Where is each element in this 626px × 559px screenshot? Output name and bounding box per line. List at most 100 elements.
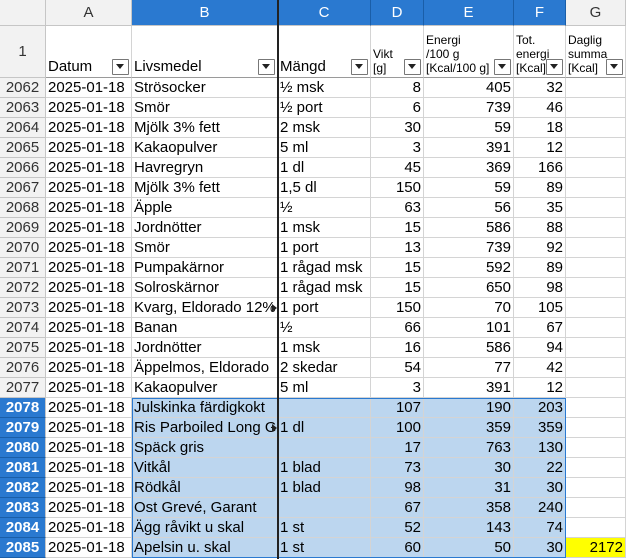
cell-food[interactable]: Solroskärnor xyxy=(132,278,278,298)
cell-date[interactable]: 2025-01-18 xyxy=(46,358,132,378)
cell-food[interactable]: Kakaopulver xyxy=(132,378,278,398)
autofilter-dropdown-icon[interactable] xyxy=(258,59,275,75)
cell-total[interactable]: 18 xyxy=(514,118,566,138)
cell-energy100[interactable]: 763 xyxy=(424,438,514,458)
row-header[interactable]: 2063 xyxy=(0,98,46,118)
cell-food[interactable]: Kvarg, Eldorado 12% xyxy=(132,298,278,318)
cell-amount[interactable] xyxy=(278,438,371,458)
cell-amount[interactable]: 1,5 dl xyxy=(278,178,371,198)
cell-energy100[interactable]: 586 xyxy=(424,218,514,238)
cell-weight[interactable]: 3 xyxy=(371,378,424,398)
cell-date[interactable]: 2025-01-18 xyxy=(46,518,132,538)
cell-total[interactable]: 42 xyxy=(514,358,566,378)
cell-energy100[interactable]: 77 xyxy=(424,358,514,378)
cell-amount[interactable]: 5 ml xyxy=(278,138,371,158)
row-header[interactable]: 2070 xyxy=(0,238,46,258)
cell-weight[interactable]: 107 xyxy=(371,398,424,418)
select-all-corner[interactable] xyxy=(0,0,46,26)
cell-weight[interactable]: 6 xyxy=(371,98,424,118)
cell-total[interactable]: 22 xyxy=(514,458,566,478)
cell-energy100[interactable]: 592 xyxy=(424,258,514,278)
cell-amount[interactable]: ½ port xyxy=(278,98,371,118)
cell-weight[interactable]: 15 xyxy=(371,218,424,238)
cell-amount[interactable]: 1 rågad msk xyxy=(278,278,371,298)
cell-total[interactable]: 30 xyxy=(514,478,566,498)
row-header[interactable]: 2072 xyxy=(0,278,46,298)
cell-food[interactable]: Smör xyxy=(132,98,278,118)
cell-date[interactable]: 2025-01-18 xyxy=(46,398,132,418)
cell-weight[interactable]: 30 xyxy=(371,118,424,138)
cell-energy100[interactable]: 586 xyxy=(424,338,514,358)
cell-amount[interactable]: 2 msk xyxy=(278,118,371,138)
cell-food[interactable]: Smör xyxy=(132,238,278,258)
cell-total[interactable]: 30 xyxy=(514,538,566,558)
cell-total[interactable]: 98 xyxy=(514,278,566,298)
cell-total[interactable]: 88 xyxy=(514,218,566,238)
cell-total[interactable]: 92 xyxy=(514,238,566,258)
column-header-e[interactable]: E xyxy=(424,0,514,26)
cell-total[interactable]: 105 xyxy=(514,298,566,318)
cell-energy100[interactable]: 50 xyxy=(424,538,514,558)
cell-daily[interactable] xyxy=(566,438,626,458)
autofilter-dropdown-icon[interactable] xyxy=(351,59,368,75)
cell-amount[interactable]: ½ xyxy=(278,198,371,218)
cell-food[interactable]: Ägg råvikt u skal xyxy=(132,518,278,538)
cell-daily[interactable] xyxy=(566,478,626,498)
cell-weight[interactable]: 16 xyxy=(371,338,424,358)
cell-amount[interactable]: 1 port xyxy=(278,298,371,318)
row-header[interactable]: 2062 xyxy=(0,78,46,98)
cell-amount[interactable] xyxy=(278,498,371,518)
cell-daily[interactable] xyxy=(566,178,626,198)
cell-daily[interactable] xyxy=(566,518,626,538)
cell-total[interactable]: 94 xyxy=(514,338,566,358)
cell-food[interactable]: Äpple xyxy=(132,198,278,218)
autofilter-dropdown-icon[interactable] xyxy=(404,59,421,75)
row-header-1[interactable]: 1 xyxy=(0,26,46,78)
cell-date[interactable]: 2025-01-18 xyxy=(46,318,132,338)
cell-energy100[interactable]: 739 xyxy=(424,238,514,258)
cell-date[interactable]: 2025-01-18 xyxy=(46,218,132,238)
cell-weight[interactable]: 8 xyxy=(371,78,424,98)
header-cell-total[interactable]: Tot. energi [Kcal] xyxy=(514,26,566,78)
row-header[interactable]: 2076 xyxy=(0,358,46,378)
cell-amount[interactable]: 1 port xyxy=(278,238,371,258)
cell-energy100[interactable]: 650 xyxy=(424,278,514,298)
row-header[interactable]: 2082 xyxy=(0,478,46,498)
cell-energy100[interactable]: 190 xyxy=(424,398,514,418)
cell-amount[interactable]: 2 skedar xyxy=(278,358,371,378)
cell-total[interactable]: 46 xyxy=(514,98,566,118)
cell-energy100[interactable]: 143 xyxy=(424,518,514,538)
cell-daily[interactable] xyxy=(566,298,626,318)
cell-food[interactable]: Mjölk 3% fett xyxy=(132,118,278,138)
cell-energy100[interactable]: 405 xyxy=(424,78,514,98)
cell-daily[interactable] xyxy=(566,238,626,258)
autofilter-dropdown-icon[interactable] xyxy=(606,59,623,75)
cell-total[interactable]: 89 xyxy=(514,258,566,278)
cell-energy100[interactable]: 70 xyxy=(424,298,514,318)
row-header[interactable]: 2064 xyxy=(0,118,46,138)
cell-daily[interactable] xyxy=(566,198,626,218)
row-header[interactable]: 2074 xyxy=(0,318,46,338)
cell-date[interactable]: 2025-01-18 xyxy=(46,338,132,358)
header-cell-daily[interactable]: Daglig summa [Kcal] xyxy=(566,26,626,78)
row-header[interactable]: 2067 xyxy=(0,178,46,198)
cell-amount[interactable]: 1 msk xyxy=(278,218,371,238)
row-header[interactable]: 2075 xyxy=(0,338,46,358)
header-cell-weight[interactable]: Vikt [g] xyxy=(371,26,424,78)
cell-date[interactable]: 2025-01-18 xyxy=(46,378,132,398)
cell-energy100[interactable]: 31 xyxy=(424,478,514,498)
column-header-a[interactable]: A xyxy=(46,0,132,26)
cell-food[interactable]: Vitkål xyxy=(132,458,278,478)
cell-energy100[interactable]: 369 xyxy=(424,158,514,178)
cell-daily[interactable] xyxy=(566,498,626,518)
row-header[interactable]: 2085 xyxy=(0,538,46,558)
cell-food[interactable]: Apelsin u. skal xyxy=(132,538,278,558)
cell-total[interactable]: 32 xyxy=(514,78,566,98)
row-header[interactable]: 2069 xyxy=(0,218,46,238)
cell-daily[interactable] xyxy=(566,318,626,338)
cell-date[interactable]: 2025-01-18 xyxy=(46,478,132,498)
cell-daily[interactable] xyxy=(566,78,626,98)
cell-daily[interactable] xyxy=(566,98,626,118)
cell-weight[interactable]: 98 xyxy=(371,478,424,498)
cell-total[interactable]: 203 xyxy=(514,398,566,418)
